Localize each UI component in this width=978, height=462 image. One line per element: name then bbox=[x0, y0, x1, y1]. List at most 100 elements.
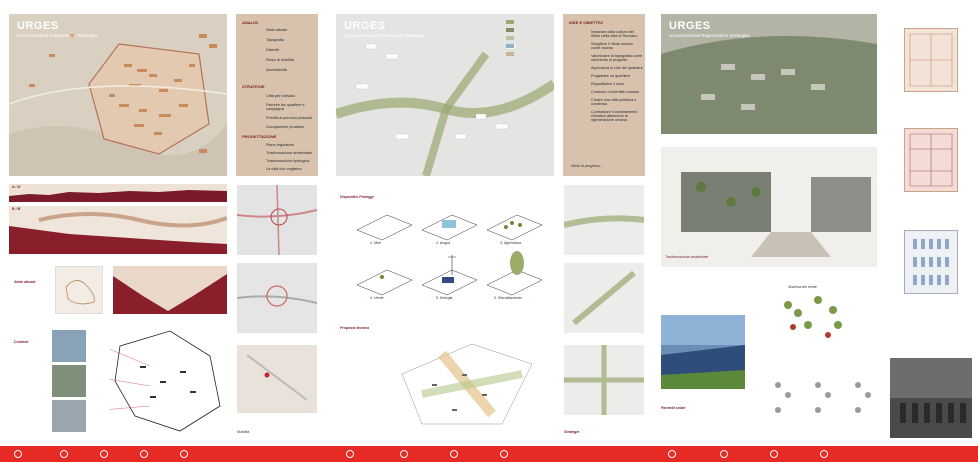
board-3: URGES Unconventional Regeneration Strate… bbox=[658, 0, 978, 446]
mobility-legend: Mobilità bbox=[237, 420, 317, 442]
logo-icon bbox=[770, 450, 778, 458]
section-b-label: B / B' bbox=[12, 207, 22, 211]
terrain-profile bbox=[113, 266, 227, 314]
project-item[interactable]: Trasformazione tipologica bbox=[266, 159, 316, 163]
plan-axonometric bbox=[362, 314, 552, 440]
logo-icon bbox=[500, 450, 508, 458]
board-3-title: URGES bbox=[669, 20, 711, 32]
strategy-small-map-1 bbox=[563, 185, 645, 255]
device-label: 5. Energia bbox=[436, 296, 453, 300]
strategy-list: Città per individui Favorire tra quartie… bbox=[266, 94, 316, 129]
board-1: URGES Unconventional Regeneration Strate… bbox=[0, 0, 326, 446]
mobility-map-3 bbox=[237, 345, 317, 413]
board-1-title: URGES bbox=[17, 20, 59, 32]
goal-item[interactable]: Creare una città pubblica e condivisa bbox=[591, 98, 643, 106]
street-render: Trasformazione ambientale bbox=[661, 147, 877, 267]
work-in-progress: Work in progress... bbox=[571, 164, 603, 168]
devices-svg bbox=[356, 214, 543, 296]
analysis-item[interactable]: Topografia bbox=[266, 38, 294, 42]
strategy-small-map-3 bbox=[564, 345, 644, 415]
logo-icon bbox=[14, 450, 22, 458]
goal-item[interactable]: Imparare dalla cultura del rifiuto nella… bbox=[591, 30, 643, 38]
section-b: B / B' bbox=[9, 206, 228, 254]
floor-plan-existing bbox=[904, 28, 958, 92]
logo-icon bbox=[140, 450, 148, 458]
context-photo-3 bbox=[52, 400, 86, 432]
strategy-small-map-2 bbox=[564, 263, 644, 333]
logo-icon bbox=[400, 450, 408, 458]
logo-icon bbox=[820, 450, 828, 458]
goal-item[interactable]: Progettare un quartiere bbox=[591, 74, 643, 78]
green-label: Sistema del verde bbox=[788, 285, 817, 289]
context-photo-1 bbox=[52, 330, 86, 362]
logo-icon bbox=[668, 450, 676, 458]
board-2-subtitle: Unconventional Regeneration Strategies bbox=[344, 33, 425, 38]
goals-menu: IDEE E OBIETTIVI Imparare dalla cultura … bbox=[563, 14, 645, 176]
footer-bar bbox=[0, 446, 978, 462]
mobility-label: Mobilità bbox=[237, 430, 250, 434]
strategy-item[interactable]: Favorire tra quartiere e campagna bbox=[266, 103, 316, 111]
analysis-item[interactable]: Distretti bbox=[266, 48, 294, 52]
section-a-label: A / A' bbox=[12, 185, 21, 189]
logo-icon bbox=[180, 450, 188, 458]
context-map bbox=[89, 326, 225, 438]
energy-label-wrap: Pannelli solari bbox=[661, 396, 685, 414]
goal-item[interactable]: Valorizzare la topografia come strumento… bbox=[591, 54, 643, 62]
strategy-map: URGES Unconventional Regeneration Strate… bbox=[336, 14, 554, 176]
analysis-item[interactable]: Flussi di mobilità bbox=[266, 58, 294, 62]
device-label: 1. Muri bbox=[370, 241, 381, 245]
board-1-number: 01 bbox=[306, 1, 319, 13]
project-header: PROGETTAZIONE bbox=[242, 134, 277, 139]
project-list: Piano regolatore Trasformazione ambienta… bbox=[266, 143, 316, 171]
goals-header: IDEE E OBIETTIVI bbox=[569, 20, 603, 25]
project-item[interactable]: La città che vogliamo bbox=[266, 167, 316, 171]
transform-label: Trasformazione ambientale bbox=[665, 255, 709, 259]
logo-icon bbox=[100, 450, 108, 458]
goals-list: Imparare dalla cultura del rifiuto nella… bbox=[591, 30, 643, 122]
state-label-wrap: Stato attuale bbox=[14, 270, 36, 288]
strategy-header: STRATEGIE bbox=[242, 84, 265, 89]
goal-item[interactable]: Costruire un'identità comune bbox=[591, 90, 643, 94]
board-3-subtitle: Unconventional Regeneration Strategies bbox=[669, 33, 750, 38]
state-map-small bbox=[55, 266, 103, 314]
device-label: 6. Riscaldamento bbox=[494, 296, 522, 300]
analysis-item[interactable]: Accessibilità bbox=[266, 68, 294, 72]
board-2-number: 02 bbox=[634, 1, 647, 13]
goal-item[interactable]: Riqualificare il riuso bbox=[591, 82, 643, 86]
logo-icon bbox=[720, 450, 728, 458]
mobility-map-2 bbox=[236, 263, 318, 333]
goal-item[interactable]: Contrastare il cambiamento climatico att… bbox=[591, 110, 643, 122]
board-1-subtitle: Unconventional Regeneration Strategies bbox=[17, 33, 98, 38]
strategy-map-legend bbox=[506, 20, 550, 56]
goal-item[interactable]: Agricoltura in rete del quartiere bbox=[591, 66, 643, 70]
board-3-number: 03 bbox=[958, 1, 971, 13]
aerial-map-svg bbox=[9, 14, 227, 176]
strategy-item[interactable]: Priorità ai percorsi pedonali bbox=[266, 116, 316, 120]
strategy-label-wrap: Strategie bbox=[564, 420, 579, 438]
mobility-map-1 bbox=[236, 184, 318, 256]
device-label: 4. Verde bbox=[370, 296, 384, 300]
strategy-label: Strategie bbox=[564, 430, 580, 434]
logo-icon bbox=[60, 450, 68, 458]
logo-icon bbox=[346, 450, 354, 458]
aerial-map-1: URGES Unconventional Regeneration Strate… bbox=[9, 14, 227, 176]
strategy-item[interactable]: Occupazione proattiva bbox=[266, 125, 316, 129]
state-label: Stato attuale bbox=[14, 280, 36, 284]
green-system-diagram: Sistema del verde bbox=[758, 285, 888, 435]
analysis-menu: ANALISI Stato attuale Topografia Distret… bbox=[236, 14, 318, 176]
devices-grid: 1. Muri 2. Acqua 3. Agricoltura 4. Verde… bbox=[352, 195, 552, 305]
section-a: A / A' bbox=[9, 184, 227, 202]
project-item[interactable]: Piano regolatore bbox=[266, 143, 316, 147]
board-2-title: URGES bbox=[344, 20, 386, 32]
solar-photo bbox=[661, 315, 745, 389]
strategy-item[interactable]: Città per individui bbox=[266, 94, 316, 98]
project-item[interactable]: Trasformazione ambientale bbox=[266, 151, 316, 155]
logo-icon bbox=[450, 450, 458, 458]
goal-item[interactable]: Scegliere il rifiuto urbano come risorsa bbox=[591, 42, 643, 50]
device-label: 2. Acqua bbox=[436, 241, 451, 245]
analysis-item[interactable]: Stato attuale bbox=[266, 28, 294, 32]
aerial-photo: URGES Unconventional Regeneration Strate… bbox=[661, 14, 877, 134]
contesti-label: Contesti bbox=[14, 340, 29, 344]
context-photo-2 bbox=[52, 365, 86, 397]
floor-plan-project bbox=[904, 128, 958, 192]
